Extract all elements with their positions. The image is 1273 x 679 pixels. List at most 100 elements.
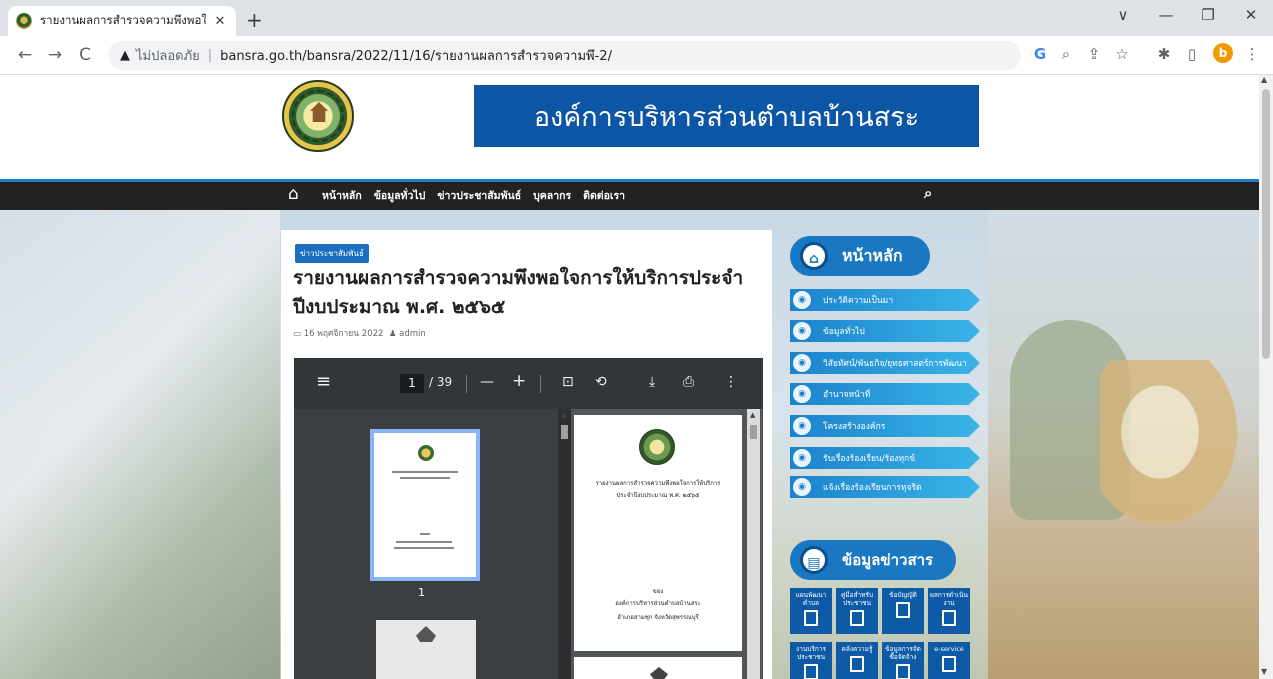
document-scrollbar[interactable]: ▲	[747, 409, 760, 679]
print-icon[interactable]: ⎙	[683, 374, 694, 390]
tile-procurement[interactable]: ข้อมูลการจัดซื้อจัดจ้าง	[882, 642, 924, 679]
pdf-thumbnail-1[interactable]	[370, 429, 480, 581]
minimize-window-button[interactable]: —	[1151, 6, 1181, 24]
menu-item-news[interactable]: ข่าวประชาสัมพันธ์	[437, 187, 521, 204]
pdf-toolbar: ≡ 1 / 39 — + ⊡ ⟲ ⤓ ⎙ ⋮	[294, 358, 763, 409]
menu-item-home[interactable]: หน้าหลัก	[322, 187, 362, 204]
thumbnail-text-line	[396, 541, 452, 543]
extensions-icon[interactable]: ✱	[1153, 45, 1175, 63]
page-scroll-thumb[interactable]	[1262, 89, 1270, 359]
search-icon[interactable]: ⌕	[924, 184, 932, 202]
garuda-emblem-icon	[416, 626, 436, 642]
tile-performance[interactable]: ผลการดำเนินงาน	[928, 588, 970, 634]
home-icon[interactable]: ⌂	[288, 184, 299, 204]
sidebar-news-heading-label: ข้อมูลข่าวสาร	[842, 551, 934, 569]
url-text[interactable]: bansra.go.th/bansra/2022/11/16/รายงานผลก…	[220, 45, 612, 66]
close-window-button[interactable]: ✕	[1236, 6, 1266, 24]
document-scroll-thumb[interactable]	[750, 425, 757, 439]
browser-tab[interactable]: รายงานผลการสำรวจความพึงพอใจการ ✕	[8, 6, 236, 36]
share-icon[interactable]: ⇪	[1083, 45, 1105, 63]
bookmark-star-icon[interactable]: ☆	[1111, 45, 1133, 63]
scroll-down-icon[interactable]: ▼	[1261, 667, 1267, 676]
tile-e-service[interactable]: e-service	[928, 642, 970, 679]
menu-item-contact[interactable]: ติดต่อเรา	[583, 187, 625, 204]
pdf-more-icon[interactable]: ⋮	[724, 374, 738, 390]
page-viewport: องค์การบริหารส่วนตำบลบ้านสระ ⌂ หน้าหลัก …	[0, 75, 1259, 679]
sidebar-item-label: รับเรื่องร้องเรียน/ร้องทุกข์	[823, 454, 916, 464]
pdf-viewer: ≡ 1 / 39 — + ⊡ ⟲ ⤓ ⎙ ⋮ 1 ▲ รายงานผลการสำ…	[294, 358, 763, 679]
sidebar-home-heading[interactable]: ⌂ หน้าหลัก	[790, 236, 930, 276]
sidebar-item-authority[interactable]: ◉ อำนาจหน้าที่	[790, 383, 980, 405]
pdf-divider	[466, 375, 467, 393]
security-label[interactable]: ไม่ปลอดภัย	[136, 45, 200, 66]
sidebar-item-history[interactable]: ◉ ประวัติความเป็นมา	[790, 289, 980, 311]
scroll-up-icon[interactable]: ▲	[1261, 75, 1267, 84]
reload-button[interactable]: C	[74, 45, 96, 65]
zoom-out-icon[interactable]: —	[480, 374, 494, 390]
tile-label: ข้อมูลการจัดซื้อจัดจ้าง	[885, 645, 921, 661]
document-icon	[942, 610, 956, 626]
zoom-icon[interactable]: ⌕	[1055, 45, 1077, 63]
zoom-in-icon[interactable]: +	[512, 371, 526, 391]
sidebar-item-general-info[interactable]: ◉ ข้อมูลทั่วไป	[790, 320, 980, 342]
pdf-thumbnail-panel: 1	[294, 409, 558, 679]
thumbnail-text-line	[400, 477, 450, 479]
menu-item-personnel[interactable]: บุคลากร	[533, 187, 571, 204]
back-button[interactable]: ←	[14, 45, 36, 65]
site-header: องค์การบริหารส่วนตำบลบ้านสระ	[0, 75, 1259, 179]
tile-knowledge-base[interactable]: คลังความรู้	[836, 642, 878, 679]
tile-ordinances[interactable]: ข้อบัญญัติ	[882, 588, 924, 634]
sidebar-item-corruption-report[interactable]: ◉ แจ้งเรื่องร้องเรียนการทุจริต	[790, 476, 980, 498]
scroll-up-icon[interactable]: ▲	[750, 411, 755, 419]
sidebar-item-structure[interactable]: ◉ โครงสร้างองค์กร	[790, 415, 980, 437]
warning-icon[interactable]: ▲	[120, 48, 130, 63]
post-date[interactable]: 16 พฤศจิกายน 2022	[304, 329, 384, 339]
google-icon[interactable]: G	[1029, 45, 1051, 63]
pdf-page-2	[574, 657, 742, 679]
complaint-icon: ◉	[793, 449, 811, 467]
forward-button[interactable]: →	[44, 45, 66, 65]
new-tab-button[interactable]: +	[246, 8, 263, 32]
tile-citizen-manual[interactable]: คู่มือสำหรับประชาชน	[836, 588, 878, 634]
restore-window-button[interactable]: ❐	[1193, 6, 1223, 24]
rotate-icon[interactable]: ⟲	[595, 374, 607, 390]
menu-items: หน้าหลัก ข้อมูลทั่วไป ข่าวประชาสัมพันธ์ …	[322, 187, 625, 204]
org-name-banner: องค์การบริหารส่วนตำบลบ้านสระ	[474, 85, 979, 147]
sidebar-item-label: โครงสร้างองค์กร	[823, 422, 886, 432]
thumbnail-text-line	[420, 533, 430, 535]
download-icon[interactable]: ⤓	[649, 374, 655, 390]
profile-avatar[interactable]: b	[1213, 43, 1233, 63]
side-panel-icon[interactable]: ▯	[1181, 45, 1203, 63]
document-icon	[804, 610, 818, 626]
sidebar-item-complaints[interactable]: ◉ รับเรื่องร้องเรียน/ร้องทุกข์	[790, 447, 980, 469]
address-bar[interactable]: ▲ ไม่ปลอดภัย | bansra.go.th/bansra/2022/…	[108, 41, 1021, 70]
structure-icon: ◉	[793, 417, 811, 435]
pdf-thumbnail-2[interactable]	[376, 620, 476, 679]
tab-search-dropdown-icon[interactable]: ∨	[1108, 6, 1138, 24]
sidebar-item-label: วิสัยทัศน์/พันธกิจ/ยุทธศาสตร์การพัฒนา	[823, 359, 967, 369]
vision-icon: ◉	[793, 354, 811, 372]
menu-item-general-info[interactable]: ข้อมูลทั่วไป	[374, 187, 426, 204]
pdf-menu-icon[interactable]: ≡	[316, 371, 331, 392]
thumbnail-scroll-thumb[interactable]	[561, 425, 568, 439]
sidebar-news-heading[interactable]: ▤ ข้อมูลข่าวสาร	[790, 540, 956, 580]
page-by: ของ	[652, 588, 664, 595]
sidebar-item-vision[interactable]: ◉ วิสัยทัศน์/พันธกิจ/ยุทธศาสตร์การพัฒนา	[790, 352, 980, 374]
document-icon	[896, 664, 910, 679]
pdf-page-input[interactable]: 1	[400, 374, 424, 393]
tile-development-plan[interactable]: แผนพัฒนาตำบล	[790, 588, 832, 634]
scroll-up-icon[interactable]: ▲	[561, 411, 566, 419]
browser-menu-icon[interactable]: ⋮	[1241, 45, 1263, 63]
org-seal-logo[interactable]	[282, 80, 354, 152]
tab-close-icon[interactable]: ✕	[212, 14, 228, 29]
tile-citizen-service[interactable]: งานบริการประชาชน	[790, 642, 832, 679]
thumbnail-scrollbar[interactable]: ▲	[558, 409, 571, 679]
page-scrollbar[interactable]: ▲ ▼	[1259, 75, 1273, 679]
post-card: ข่าวประชาสัมพันธ์ รายงานผลการสำรวจความพึ…	[281, 230, 772, 679]
info-icon: ◉	[793, 322, 811, 340]
site-favicon-icon	[16, 13, 32, 29]
fountain-image	[1100, 360, 1250, 540]
post-author[interactable]: admin	[399, 329, 426, 339]
fit-page-icon[interactable]: ⊡	[562, 374, 574, 390]
category-badge[interactable]: ข่าวประชาสัมพันธ์	[295, 244, 369, 263]
